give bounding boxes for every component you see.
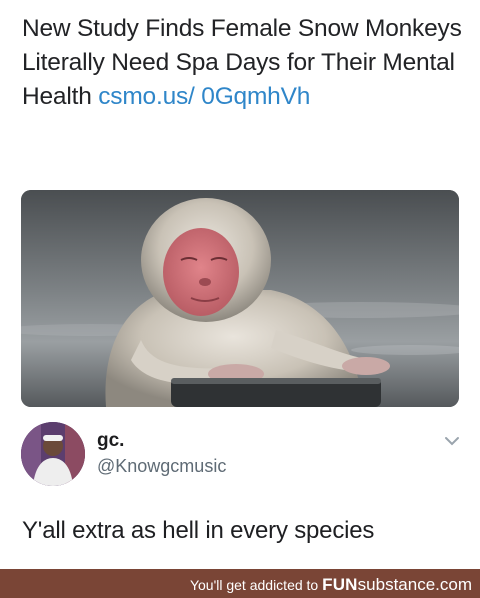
- footer-brand-bold: FUN: [322, 575, 358, 594]
- article-link[interactable]: csmo.us/ 0GqmhVh: [98, 83, 310, 110]
- tweet-headline: New Study Finds Female Snow Monkeys Lite…: [22, 12, 467, 114]
- avatar-image: [21, 422, 85, 486]
- display-name[interactable]: gc.: [97, 430, 124, 452]
- footer-text: You'll get addicted to FUNsubstance.com: [190, 575, 472, 595]
- chevron-down-icon[interactable]: [443, 434, 461, 448]
- reply-text: Y'all extra as hell in every species: [22, 517, 375, 544]
- footer-brand-rest: substance.com: [357, 575, 472, 594]
- avatar[interactable]: [21, 422, 85, 486]
- snow-monkey-photo[interactable]: [21, 190, 459, 407]
- user-handle[interactable]: @Knowgcmusic: [97, 456, 226, 477]
- reply-author: gc. @Knowgcmusic: [21, 420, 461, 490]
- watermark-footer: You'll get addicted to FUNsubstance.com: [0, 569, 480, 598]
- footer-tagline: You'll get addicted to: [189, 577, 319, 593]
- snow-monkey-image: [21, 190, 459, 407]
